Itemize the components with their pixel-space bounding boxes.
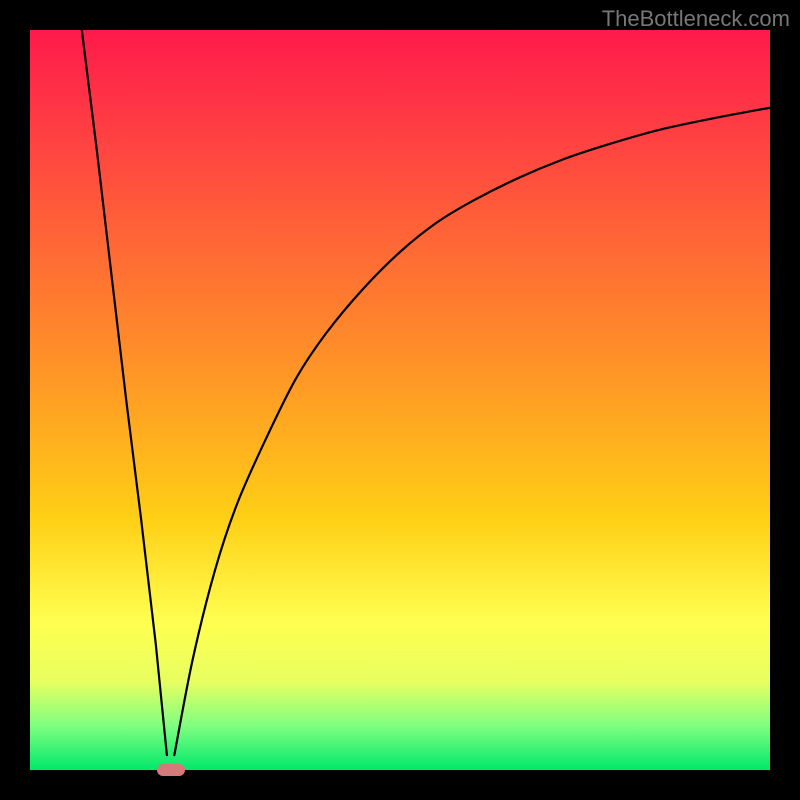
min-marker [157,764,185,776]
curve-path [82,30,770,755]
plot-area [30,30,770,770]
watermark-text: TheBottleneck.com [602,6,790,32]
bottleneck-curve [30,30,770,770]
chart-frame: TheBottleneck.com [0,0,800,800]
